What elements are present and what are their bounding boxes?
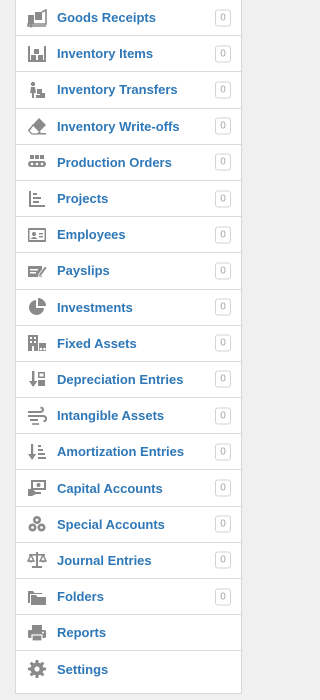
menu-item-label: Inventory Transfers (57, 82, 178, 98)
count-badge: 0 (215, 262, 231, 280)
sort-amount-down-icon (26, 441, 48, 463)
menu-item-capital-accounts[interactable]: Capital Accounts 0 (16, 470, 241, 507)
menu-item-settings[interactable]: Settings (16, 651, 241, 688)
scale-icon (26, 549, 48, 571)
count-badge: 0 (215, 45, 231, 63)
count-badge: 0 (215, 9, 231, 27)
menu-item-label: Capital Accounts (57, 480, 163, 496)
count-badge: 0 (215, 370, 231, 388)
count-badge: 0 (215, 226, 231, 244)
menu-item-label: Investments (57, 299, 133, 315)
menu-item-label: Fixed Assets (57, 335, 137, 351)
menu-item-label: Goods Receipts (57, 10, 156, 26)
menu-item-amortization-entries[interactable]: Amortization Entries 0 (16, 434, 241, 471)
menu-item-investments[interactable]: Investments 0 (16, 289, 241, 326)
menu-item-label: Reports (57, 625, 107, 641)
wind-icon (26, 405, 48, 427)
menu-item-label: Settings (57, 661, 109, 677)
count-badge: 0 (215, 81, 231, 99)
inventory-items-icon (26, 43, 48, 65)
production-orders-icon (26, 151, 48, 173)
money-icon (26, 477, 48, 499)
menu-item-label: Employees (57, 227, 126, 243)
menu-item-label: Production Orders (57, 154, 172, 170)
count-badge: 0 (215, 298, 231, 316)
eraser-icon (26, 115, 48, 137)
menu-item-journal-entries[interactable]: Journal Entries 0 (16, 542, 241, 579)
sidebar-menu: Goods Receipts 0 Inventory Items 0 Inven… (15, 0, 242, 694)
menu-item-inventory-items[interactable]: Inventory Items 0 (16, 36, 241, 73)
count-badge: 0 (215, 479, 231, 497)
goods-receipts-icon (26, 7, 48, 29)
id-card-icon (26, 224, 48, 246)
printer-icon (26, 622, 48, 644)
payslip-icon (26, 260, 48, 282)
count-badge: 0 (215, 443, 231, 461)
projects-icon (26, 188, 48, 210)
menu-item-goods-receipts[interactable]: Goods Receipts 0 (16, 0, 241, 37)
building-icon (26, 332, 48, 354)
menu-item-label: Projects (57, 191, 109, 207)
menu-item-inventory-write-offs[interactable]: Inventory Write-offs 0 (16, 108, 241, 145)
folders-icon (26, 586, 48, 608)
inventory-transfers-icon (26, 79, 48, 101)
menu-item-employees[interactable]: Employees 0 (16, 217, 241, 254)
menu-item-label: Folders (57, 589, 104, 605)
count-badge: 0 (215, 588, 231, 606)
menu-item-production-orders[interactable]: Production Orders 0 (16, 144, 241, 181)
menu-item-intangible-assets[interactable]: Intangible Assets 0 (16, 398, 241, 435)
gear-icon (26, 658, 48, 680)
menu-item-fixed-assets[interactable]: Fixed Assets 0 (16, 325, 241, 362)
menu-item-label: Intangible Assets (57, 408, 165, 424)
menu-item-label: Inventory Items (57, 46, 154, 62)
sort-down-icon (26, 368, 48, 390)
menu-item-special-accounts[interactable]: Special Accounts 0 (16, 506, 241, 543)
menu-item-folders[interactable]: Folders 0 (16, 579, 241, 616)
pie-chart-icon (26, 296, 48, 318)
menu-item-label: Amortization Entries (57, 444, 185, 460)
count-badge: 0 (215, 190, 231, 208)
count-badge: 0 (215, 551, 231, 569)
count-badge: 0 (215, 407, 231, 425)
count-badge: 0 (215, 153, 231, 171)
cubes-icon (26, 513, 48, 535)
count-badge: 0 (215, 117, 231, 135)
count-badge: 0 (215, 515, 231, 533)
menu-item-label: Depreciation Entries (57, 371, 184, 387)
menu-item-projects[interactable]: Projects 0 (16, 180, 241, 218)
menu-item-depreciation-entries[interactable]: Depreciation Entries 0 (16, 361, 241, 399)
menu-item-reports[interactable]: Reports (16, 615, 241, 652)
menu-item-inventory-transfers[interactable]: Inventory Transfers 0 (16, 72, 241, 109)
menu-item-label: Payslips (57, 263, 110, 279)
menu-item-label: Special Accounts (57, 516, 165, 532)
menu-item-label: Inventory Write-offs (57, 118, 180, 134)
menu-item-label: Journal Entries (57, 552, 152, 568)
menu-item-payslips[interactable]: Payslips 0 (16, 253, 241, 290)
count-badge: 0 (215, 334, 231, 352)
